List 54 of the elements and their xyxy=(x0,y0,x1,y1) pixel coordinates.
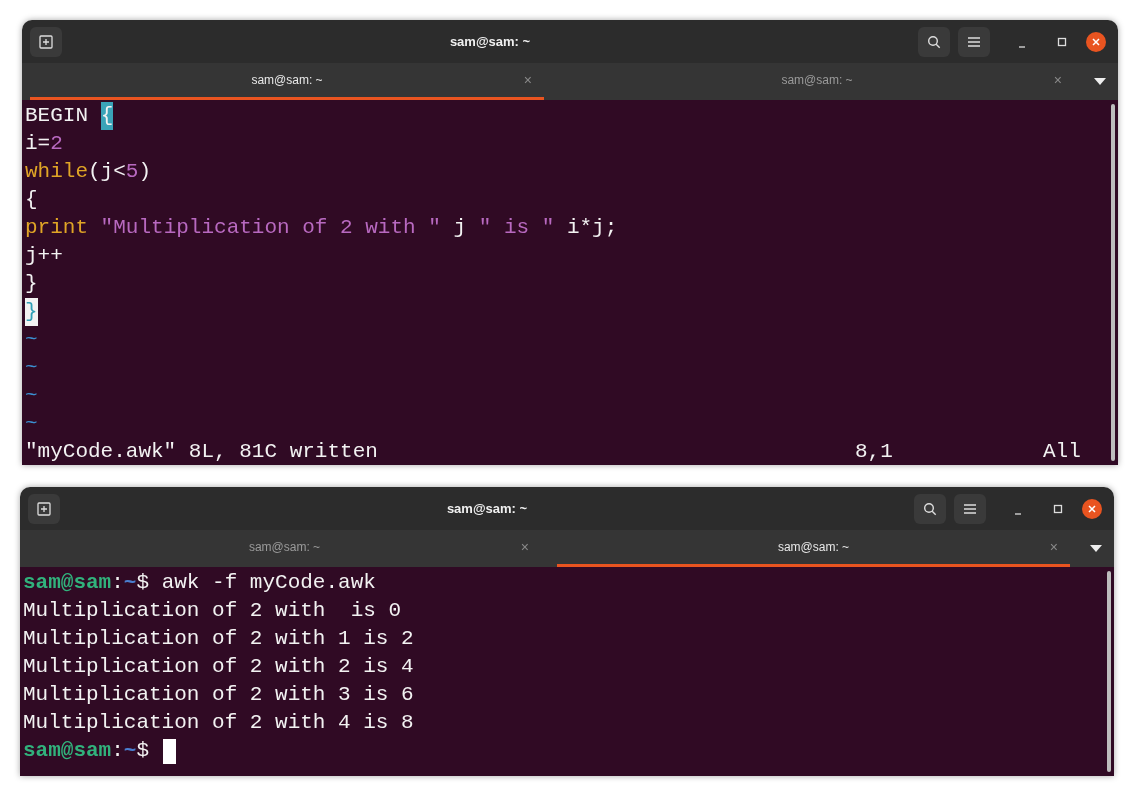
terminal-line: j++ xyxy=(25,243,64,269)
terminal-line: Multiplication of 2 with is 0 xyxy=(23,598,403,624)
terminal-tab[interactable]: sam@sam: ~ × xyxy=(28,530,541,567)
new-tab-button[interactable] xyxy=(30,26,62,57)
search-icon xyxy=(923,501,937,516)
scroll-position: All xyxy=(1043,439,1082,465)
terminal-line: Multiplication of 2 with 2 is 4 xyxy=(23,654,415,680)
terminal-line: i=2 xyxy=(25,131,64,157)
window-title: sam@sam: ~ xyxy=(449,32,531,51)
maximize-icon xyxy=(1057,36,1067,47)
terminal-line: ~ xyxy=(25,383,39,409)
menu-button[interactable] xyxy=(958,26,990,57)
maximize-icon xyxy=(1053,503,1063,514)
menu-icon xyxy=(968,36,980,47)
tab-close-button[interactable]: × xyxy=(520,536,529,558)
terminal-line: BEGIN { xyxy=(25,102,1108,130)
tab-close-button[interactable]: × xyxy=(1049,536,1058,558)
terminal-line: print "Multiplication of 2 with " j " is " i*j; xyxy=(25,215,619,241)
terminal-line: Multiplication of 2 with 4 is 8 xyxy=(23,710,415,736)
menu-button[interactable] xyxy=(954,493,986,524)
minimize-icon xyxy=(1014,512,1022,515)
new-tab-icon xyxy=(37,501,51,516)
terminal-line: ~ xyxy=(25,355,39,381)
terminal-line: ~ xyxy=(25,411,39,437)
terminal-line: ~ xyxy=(25,327,39,353)
close-icon xyxy=(1092,37,1100,46)
terminal-line: sam@sam:~$ awk -f myCode.awk xyxy=(23,570,377,596)
close-button[interactable] xyxy=(1086,31,1106,52)
new-tab-button[interactable] xyxy=(28,493,60,524)
search-button[interactable] xyxy=(914,493,946,524)
terminal-line: Multiplication of 2 with 3 is 6 xyxy=(23,682,415,708)
cursor-position: 8,1 xyxy=(855,439,894,465)
tab-close-button[interactable]: × xyxy=(1053,69,1062,91)
terminal-line: { xyxy=(25,187,39,213)
terminal-line: sam@sam:~$ xyxy=(23,737,1104,765)
window-title: sam@sam: ~ xyxy=(446,499,528,518)
menu-icon xyxy=(964,503,976,514)
terminal-line: } xyxy=(25,271,39,297)
new-tab-icon xyxy=(39,34,53,49)
close-icon xyxy=(1088,504,1096,513)
terminal-line: } xyxy=(25,298,1108,326)
dropdown-icon[interactable] xyxy=(1090,544,1102,553)
scrollbar[interactable] xyxy=(1111,104,1115,461)
scrollbar[interactable] xyxy=(1107,571,1111,772)
terminal-line: while(j<5) xyxy=(25,159,153,185)
search-button[interactable] xyxy=(918,26,950,57)
tab-close-button[interactable]: × xyxy=(523,69,532,91)
dropdown-icon[interactable] xyxy=(1094,77,1106,86)
terminal-tab[interactable]: sam@sam: ~ × xyxy=(560,63,1074,100)
minimize-icon xyxy=(1018,45,1026,48)
status-message: "myCode.awk" 8L, 81C written xyxy=(25,439,379,465)
close-button[interactable] xyxy=(1082,498,1102,519)
search-icon xyxy=(927,34,941,49)
terminal-line: Multiplication of 2 with 1 is 2 xyxy=(23,626,415,652)
